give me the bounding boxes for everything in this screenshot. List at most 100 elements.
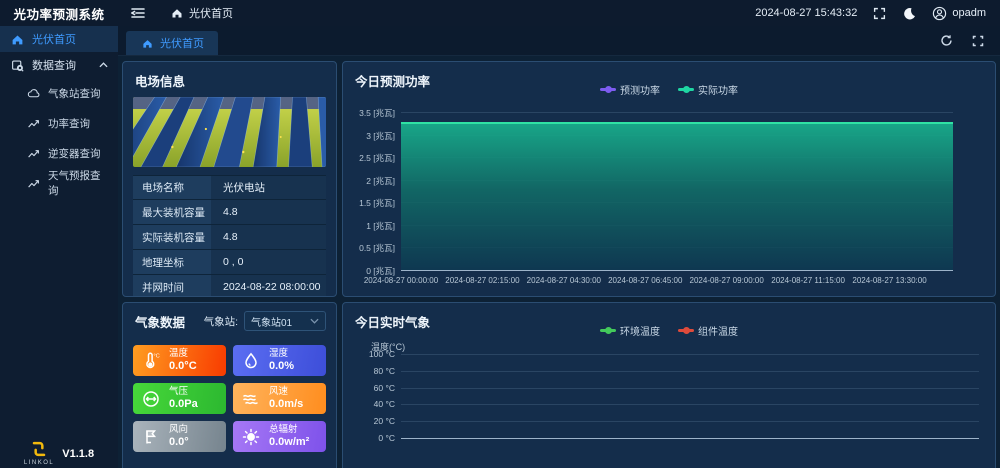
menu-fold-icon[interactable] [128, 3, 148, 23]
power-chart-xaxis: 2024-08-27 00:00:002024-08-27 02:15:0020… [401, 276, 953, 288]
chevron-up-icon [99, 62, 108, 68]
legend-环境温度[interactable]: 环境温度 [600, 323, 660, 338]
row-label: 电场名称 [133, 176, 211, 199]
sidebar-subitem-label: 天气预报查询 [48, 168, 108, 198]
row-value: 光伏电站 [211, 176, 326, 199]
gridline: 60 °C [401, 388, 979, 389]
moon-icon[interactable] [901, 5, 917, 21]
gridline: 0 [兆瓦] [401, 270, 953, 271]
table-row: 并网时间2024-08-22 08:00:00 [133, 275, 326, 297]
x-tick-label: 2024-08-27 09:00:00 [690, 276, 764, 285]
droplet-icon [241, 354, 261, 368]
weather-card-label: 总辐射 [269, 425, 309, 436]
weather-card-3: 风速0.0m/s [233, 383, 326, 414]
gridline: 40 °C [401, 404, 979, 405]
row-label: 最大装机容量 [133, 200, 211, 224]
sidebar-item-0[interactable]: 光伏首页 [0, 26, 118, 52]
station-select[interactable]: 气象站01 [244, 311, 326, 331]
legend-组件温度[interactable]: 组件温度 [678, 323, 738, 338]
y-tick-label: 60 °C [374, 383, 395, 393]
weather-card-value: 0.0% [269, 360, 294, 373]
dashboard-grid: 电场信息 [118, 57, 1000, 468]
sidebar-brand: LINKOL V1.1.8 [0, 439, 118, 466]
sidebar-subitem-0[interactable]: 气象站查询 [0, 78, 118, 108]
weather-card-2: 气压0.0Pa [133, 383, 226, 414]
legend-label: 预测功率 [620, 82, 660, 97]
username: opadm [952, 7, 986, 19]
legend-实际功率[interactable]: 实际功率 [678, 82, 738, 97]
weather-card-5: 总辐射0.0w/m² [233, 421, 326, 452]
sidebar-menu: 光伏首页数据查询气象站查询功率查询逆变器查询天气预报查询 [0, 26, 118, 198]
sidebar-subitem-label: 功率查询 [48, 116, 90, 131]
table-row: 实际装机容量4.8 [133, 225, 326, 250]
thermometer-icon: °C [141, 354, 161, 368]
legend-label: 环境温度 [620, 323, 660, 338]
table-row: 电场名称光伏电站 [133, 175, 326, 200]
weather-card-text: 总辐射0.0w/m² [269, 425, 309, 449]
weather-card-value: 0.0m/s [269, 398, 303, 411]
home-icon [10, 32, 24, 46]
gridline: 3.5 [兆瓦] [401, 112, 953, 113]
y-tick-label: 2.5 [兆瓦] [359, 152, 395, 164]
sidebar-subitem-label: 逆变器查询 [48, 146, 101, 161]
breadcrumb[interactable]: 光伏首页 [170, 5, 233, 21]
weather-card-value: 0.0Pa [169, 398, 198, 411]
home-icon [140, 36, 154, 50]
panel-title: 电场信息 [123, 62, 336, 90]
power-chart-plot: 3.5 [兆瓦]3 [兆瓦]2.5 [兆瓦]2 [兆瓦]1.5 [兆瓦]1 [兆… [401, 112, 953, 270]
row-label: 地理坐标 [133, 250, 211, 274]
y-tick-label: 20 °C [374, 416, 395, 426]
linkol-logo-icon [29, 439, 49, 459]
y-tick-label: 3 [兆瓦] [366, 130, 395, 142]
weather-card-value: 0.0° [169, 436, 189, 449]
sidebar-item-label: 数据查询 [32, 57, 76, 73]
sidebar-item-label: 光伏首页 [32, 31, 76, 47]
weather-card-label: 湿度 [269, 349, 294, 360]
panel-title: 气象数据 [135, 312, 185, 331]
weather-card-text: 风向0.0° [169, 425, 189, 449]
y-tick-label: 0.5 [兆瓦] [359, 242, 395, 254]
sidebar-item-1[interactable]: 数据查询 [0, 52, 118, 78]
sidebar: 光伏首页数据查询气象站查询功率查询逆变器查询天气预报查询 LINKOL V1.1… [0, 26, 118, 468]
panel-realtime-weather: 今日实时气象 环境温度组件温度 温度(°C) 100 °C80 °C60 °C4… [342, 302, 996, 468]
fullscreen-exit-icon[interactable] [970, 33, 986, 49]
tab-home[interactable]: 光伏首页 [126, 31, 218, 55]
fullscreen-icon[interactable] [871, 5, 887, 21]
weather-card-value: 0.0w/m² [269, 436, 309, 449]
weather-header: 气象数据 气象站: 气象站01 [123, 303, 336, 331]
refresh-icon[interactable] [938, 33, 954, 49]
weather-card-text: 温度0.0°C [169, 349, 197, 373]
data-search-icon [10, 58, 24, 72]
tab-bar: 光伏首页 [118, 26, 1000, 56]
header-datetime: 2024-08-27 15:43:32 [755, 7, 857, 19]
realtime-chart-plot: 100 °C80 °C60 °C40 °C20 °C0 °C [401, 354, 979, 438]
actual-power-area [401, 122, 953, 270]
y-tick-label: 100 °C [369, 349, 395, 359]
row-label: 并网时间 [133, 275, 211, 297]
y-tick-label: 1 [兆瓦] [366, 220, 395, 232]
sidebar-subitem-2[interactable]: 逆变器查询 [0, 138, 118, 168]
home-icon [170, 6, 184, 20]
wind-vane-icon [141, 430, 161, 444]
sidebar-subitem-1[interactable]: 功率查询 [0, 108, 118, 138]
weather-card-label: 温度 [169, 349, 197, 360]
legend-预测功率[interactable]: 预测功率 [600, 82, 660, 97]
gridline: 100 °C [401, 354, 979, 355]
sidebar-submenu: 气象站查询功率查询逆变器查询天气预报查询 [0, 78, 118, 198]
weather-card-text: 风速0.0m/s [269, 387, 303, 411]
user-menu[interactable]: opadm [931, 5, 986, 21]
weather-card-label: 气压 [169, 387, 198, 398]
y-tick-label: 3.5 [兆瓦] [359, 107, 395, 119]
y-tick-label: 2 [兆瓦] [366, 175, 395, 187]
wind-icon [241, 392, 261, 406]
legend-marker [600, 88, 616, 91]
gauge-icon [141, 392, 161, 406]
legend-label: 组件温度 [698, 323, 738, 338]
power-curve-icon [26, 116, 40, 130]
station-select-value: 气象站01 [251, 314, 292, 329]
sidebar-subitem-3[interactable]: 天气预报查询 [0, 168, 118, 198]
user-circle-icon [931, 5, 947, 21]
x-tick-label: 2024-08-27 00:00:00 [364, 276, 438, 285]
legend-marker [678, 329, 694, 332]
weather-cards: °C温度0.0°C湿度0.0%气压0.0Pa风速0.0m/s风向0.0°总辐射0… [133, 345, 326, 452]
